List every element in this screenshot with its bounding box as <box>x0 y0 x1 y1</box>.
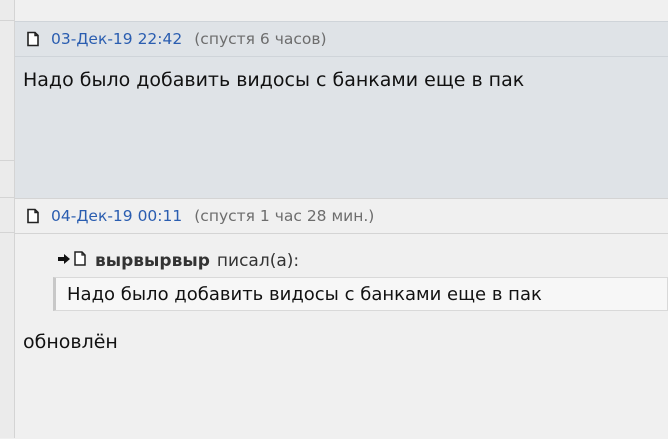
post-body: обновлён <box>23 331 118 353</box>
post-elapsed: (спустя 6 часов) <box>194 30 327 48</box>
divider <box>0 160 14 161</box>
post-header: 03-Дек-19 22:42 (спустя 6 часов) <box>15 22 668 57</box>
post-top-strip <box>15 1 668 22</box>
document-icon[interactable] <box>25 31 41 47</box>
quote-wrote-label: писал(а): <box>216 251 300 271</box>
left-column <box>0 0 15 438</box>
quote-text: Надо было добавить видосы с банками еще … <box>67 283 542 305</box>
post-elapsed: (спустя 1 час 28 мин.) <box>194 207 375 225</box>
arrow-right-icon[interactable] <box>57 252 71 270</box>
quote-block: Надо было добавить видосы с банками еще … <box>53 277 668 311</box>
post-date-link[interactable]: 04-Дек-19 00:11 <box>51 207 182 225</box>
divider <box>0 197 14 198</box>
quote-header: вырвырвыр писал(а): <box>57 251 299 271</box>
post: 04-Дек-19 00:11 (спустя 1 час 28 мин.) в… <box>15 198 668 439</box>
document-icon[interactable] <box>73 251 87 271</box>
post-date-link[interactable]: 03-Дек-19 22:42 <box>51 30 182 48</box>
post-highlighted: 03-Дек-19 22:42 (спустя 6 часов) Надо бы… <box>15 0 668 198</box>
divider <box>0 232 14 233</box>
divider <box>0 20 14 21</box>
quote-author: вырвырвыр <box>95 251 210 271</box>
document-icon[interactable] <box>25 208 41 224</box>
post-header: 04-Дек-19 00:11 (спустя 1 час 28 мин.) <box>15 199 668 234</box>
post-body: Надо было добавить видосы с банками еще … <box>23 69 525 91</box>
